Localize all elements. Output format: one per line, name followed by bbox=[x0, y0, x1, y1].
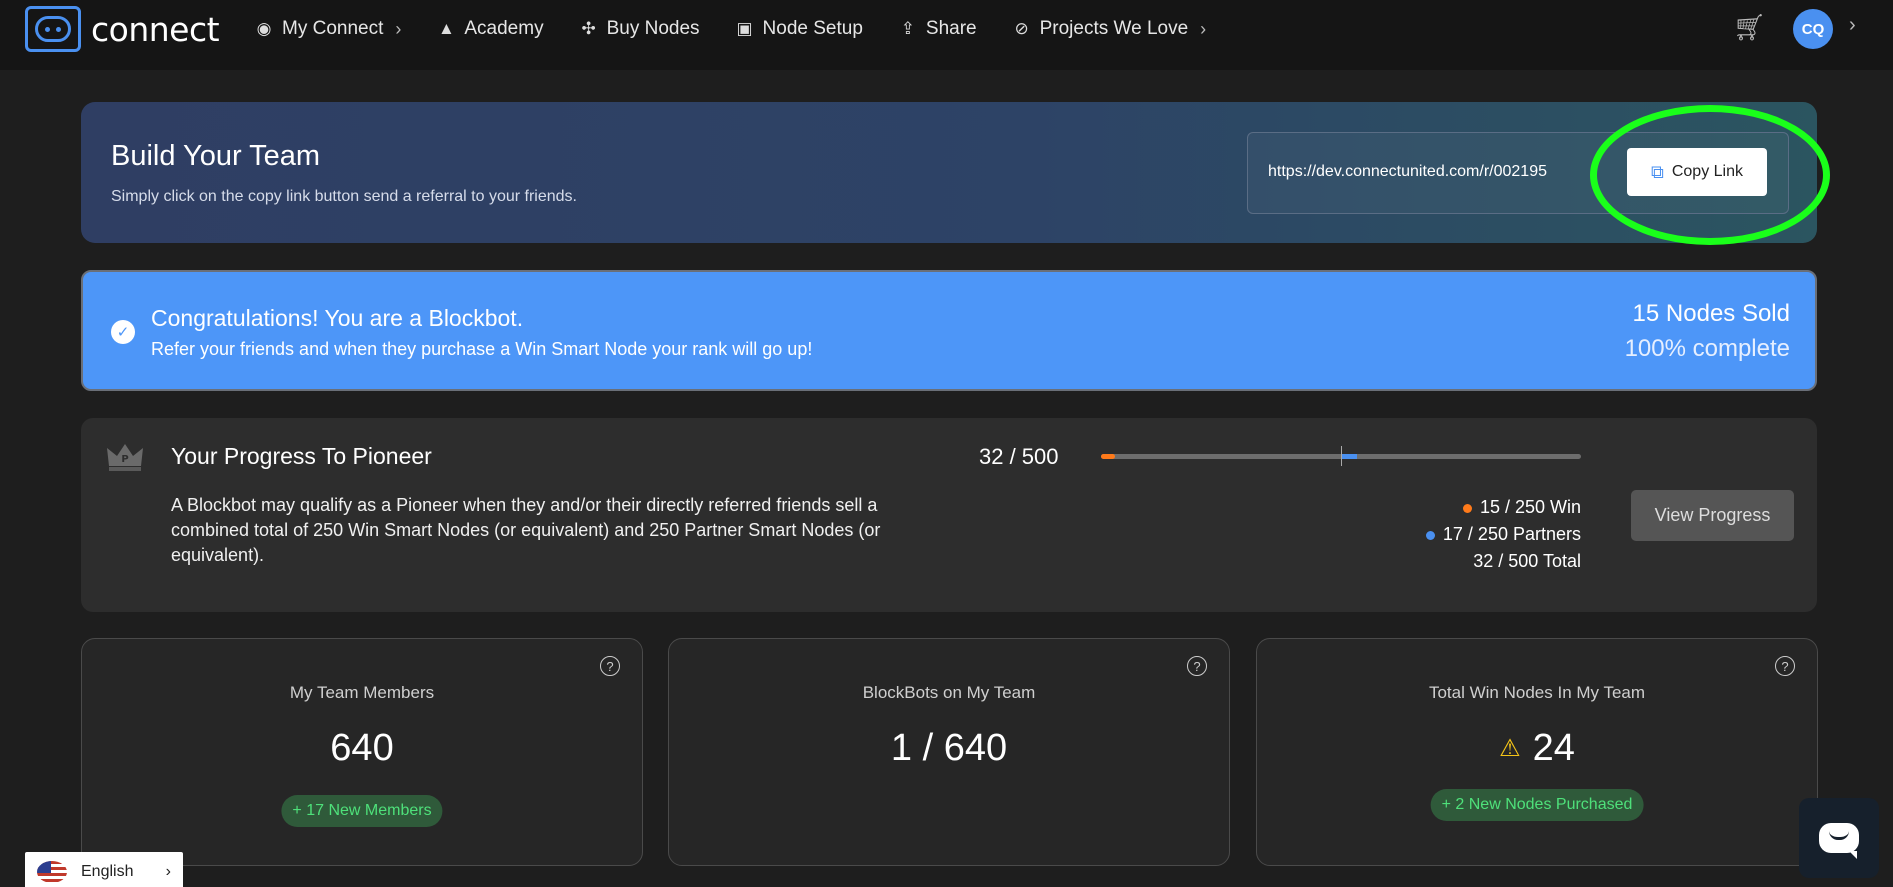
progress-description: A Blockbot may qualify as a Pioneer when… bbox=[171, 495, 881, 565]
card-label: Total Win Nodes In My Team bbox=[1428, 683, 1646, 702]
progress-bar-midpoint bbox=[1341, 446, 1342, 466]
connect-logo[interactable]: connect bbox=[25, 6, 220, 52]
svg-text:P: P bbox=[121, 454, 128, 465]
help-icon[interactable]: ? bbox=[1187, 656, 1207, 676]
nav-item-share[interactable]: ⇪ Share bbox=[898, 18, 977, 40]
rank-banner: ✓ Congratulations! You are a Blockbot. R… bbox=[81, 270, 1817, 391]
rank-message: Refer your friends and when they purchas… bbox=[151, 339, 813, 359]
referral-url[interactable]: https://dev.connectunited.com/r/002195 bbox=[1268, 163, 1547, 181]
nav-item-academy[interactable]: ▲ Academy bbox=[436, 18, 544, 40]
nav-item-label: Buy Nodes bbox=[606, 18, 700, 39]
us-flag-icon bbox=[37, 861, 67, 883]
partners-dot-icon bbox=[1425, 530, 1435, 540]
crown-icon: P bbox=[107, 444, 143, 471]
build-team-title: Build Your Team bbox=[111, 140, 321, 172]
logo-text: connect bbox=[91, 9, 220, 49]
language-label: English bbox=[81, 863, 134, 880]
total-stat: 32 / 500 Total bbox=[1473, 551, 1581, 571]
cart-icon[interactable]: 🛒︎ bbox=[1733, 12, 1766, 43]
team-members-card: ? My Team Members 640 + 17 New Members bbox=[81, 638, 643, 866]
chevron-right-icon[interactable]: › bbox=[1849, 14, 1856, 37]
help-icon[interactable]: ? bbox=[600, 656, 620, 676]
language-selector[interactable]: English › bbox=[25, 852, 183, 887]
chevron-right-icon: › bbox=[395, 18, 402, 39]
card-value-row: ⚠ 24 bbox=[1257, 727, 1817, 770]
top-navbar: connect ◉ My Connect › ▲ Academy ✣ Buy N… bbox=[0, 0, 1893, 70]
share-upload-icon: ⇪ bbox=[900, 19, 916, 38]
blockbots-card: ? BlockBots on My Team 1 / 640 bbox=[668, 638, 1230, 866]
chevron-right-icon: › bbox=[1200, 18, 1207, 39]
help-square-icon: ▣ bbox=[736, 19, 753, 38]
progress-title: Your Progress To Pioneer bbox=[171, 443, 432, 469]
eye-icon: ◉ bbox=[256, 19, 272, 38]
card-value: 24 bbox=[1532, 727, 1575, 769]
nav-menu: ◉ My Connect › ▲ Academy ✣ Buy Nodes ▣ N… bbox=[254, 0, 1241, 58]
chat-widget-button[interactable] bbox=[1799, 798, 1879, 878]
rank-title: Congratulations! You are a Blockbot. bbox=[151, 305, 524, 331]
nav-item-my-connect[interactable]: ◉ My Connect › bbox=[254, 18, 402, 40]
win-stat: 15 / 250 Win bbox=[1479, 497, 1581, 517]
nav-item-node-setup[interactable]: ▣ Node Setup bbox=[735, 18, 863, 40]
nav-item-label: Share bbox=[925, 18, 977, 39]
new-members-badge: + 17 New Members bbox=[281, 795, 443, 827]
win-nodes-card: ? Total Win Nodes In My Team ⚠ 24 + 2 New… bbox=[1256, 638, 1818, 866]
view-progress-button[interactable]: View Progress bbox=[1631, 490, 1794, 541]
nav-item-label: Academy bbox=[464, 18, 544, 39]
avatar[interactable]: CQ bbox=[1793, 9, 1833, 49]
warning-icon: ⚠ bbox=[1499, 735, 1521, 762]
nav-item-label: Node Setup bbox=[762, 18, 863, 39]
compass-icon: ⊘ bbox=[1014, 19, 1029, 38]
progress-bar bbox=[1101, 446, 1581, 466]
robot-logo-icon bbox=[25, 6, 81, 52]
chat-bubble-icon bbox=[1819, 823, 1859, 859]
progress-stats: 15 / 250 Win 17 / 250 Partners 32 / 500 … bbox=[1425, 494, 1581, 575]
build-team-panel: Build Your Team Simply click on the copy… bbox=[81, 102, 1817, 243]
nav-item-label: My Connect bbox=[282, 18, 384, 39]
progress-bar-partners bbox=[1341, 454, 1358, 459]
build-team-subtitle: Simply click on the copy link button sen… bbox=[111, 188, 577, 205]
help-icon[interactable]: ? bbox=[1775, 656, 1795, 676]
card-value: 640 bbox=[330, 727, 394, 769]
card-label: BlockBots on My Team bbox=[862, 683, 1036, 702]
green-highlight-circle bbox=[1590, 105, 1830, 245]
card-label: My Team Members bbox=[289, 683, 435, 702]
nav-item-projects-we-love[interactable]: ⊘ Projects We Love › bbox=[1012, 18, 1207, 40]
partners-stat: 17 / 250 Partners bbox=[1442, 524, 1581, 544]
nav-item-label: Projects We Love bbox=[1039, 18, 1189, 39]
chevron-right-icon: › bbox=[165, 863, 171, 880]
card-value: 1 / 640 bbox=[890, 727, 1008, 769]
rank-percent-complete: 100% complete bbox=[1624, 335, 1790, 362]
verified-check-icon: ✓ bbox=[111, 320, 135, 344]
win-dot-icon bbox=[1462, 503, 1472, 513]
nodes-sold: 15 Nodes Sold bbox=[1632, 300, 1790, 327]
progress-bar-win bbox=[1101, 454, 1116, 459]
new-nodes-badge: + 2 New Nodes Purchased bbox=[1430, 789, 1644, 821]
pioneer-progress-panel: P Your Progress To Pioneer A Blockbot ma… bbox=[81, 418, 1817, 612]
nav-item-buy-nodes[interactable]: ✣ Buy Nodes bbox=[579, 18, 700, 40]
graduation-cap-icon: ▲ bbox=[437, 19, 455, 38]
progress-ratio: 32 / 500 bbox=[979, 444, 1059, 469]
nodes-icon: ✣ bbox=[581, 19, 596, 38]
